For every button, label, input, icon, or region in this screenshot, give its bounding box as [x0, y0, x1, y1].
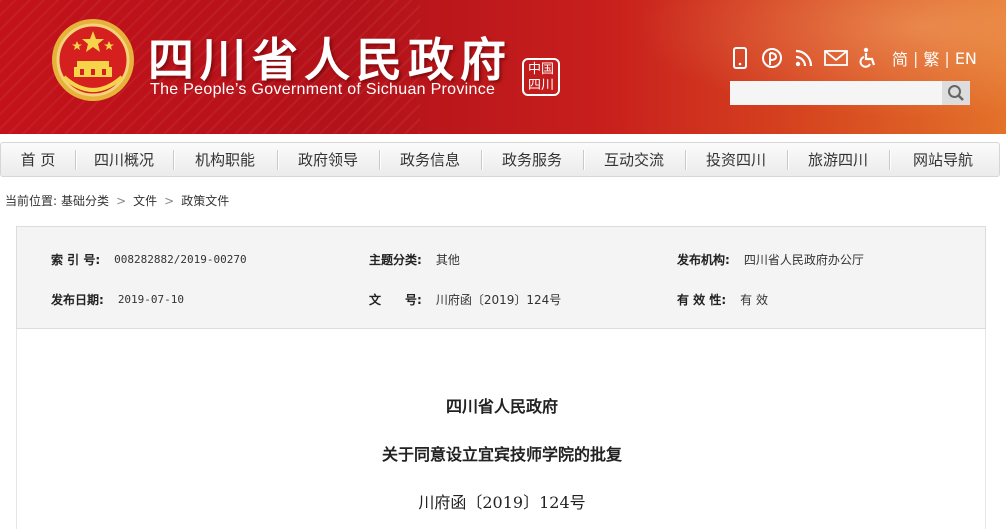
meta-date: 发布日期: 2019-07-10 [51, 291, 184, 308]
nav-sichuan-overview[interactable]: 四川概况 [75, 142, 173, 177]
document-issuer: 四川省人民政府 [445, 397, 558, 416]
national-emblem-icon [52, 19, 134, 101]
search-input[interactable] [730, 81, 942, 105]
meta-docno-label: 文 号: [369, 293, 422, 307]
nav-government-info[interactable]: 政务信息 [379, 142, 481, 177]
mobile-icon[interactable] [728, 46, 752, 70]
chevron-right-icon: > [164, 193, 175, 208]
search-box [730, 81, 970, 105]
lang-separator: | [913, 48, 919, 68]
header-tools: 简 | 繁 | EN [728, 46, 977, 70]
meta-publisher: 发布机构: 四川省人民政府办公厅 [677, 251, 864, 268]
meta-publisher-label: 发布机构: [677, 253, 730, 267]
meta-index-label: 索 引 号: [51, 253, 101, 267]
language-switcher: 简 | 繁 | EN [892, 46, 977, 70]
lang-traditional[interactable]: 繁 [923, 46, 939, 70]
meta-topic: 主题分类: 其他 [369, 251, 460, 268]
document-number: 川府函〔2019〕124号 [418, 493, 586, 512]
lang-simplified[interactable]: 简 [892, 46, 908, 70]
lang-separator: | [944, 48, 950, 68]
lang-english[interactable]: EN [955, 49, 977, 68]
rss-icon[interactable] [792, 46, 816, 70]
meta-topic-value: 其他 [435, 253, 460, 267]
breadcrumb-item[interactable]: 基础分类 [61, 192, 109, 209]
site-subtitle: The People’s Government of Sichuan Provi… [150, 81, 496, 98]
nav-interaction[interactable]: 互动交流 [583, 142, 685, 177]
nav-home[interactable]: 首 页 [1, 142, 75, 177]
nav-government-leaders[interactable]: 政府领导 [277, 142, 379, 177]
search-button[interactable] [942, 81, 970, 105]
meta-index: 索 引 号: 008282882/2019-00270 [51, 251, 247, 268]
document-meta-table: 索 引 号: 008282882/2019-00270 主题分类: 其他 发布机… [16, 226, 986, 329]
meta-docno-value: 川府函〔2019〕124号 [435, 293, 562, 307]
search-icon [948, 85, 964, 101]
nav-government-services[interactable]: 政务服务 [481, 142, 583, 177]
meta-validity-label: 有 效 性: [677, 293, 727, 307]
breadcrumb-item[interactable]: 文件 [133, 192, 157, 209]
meta-index-value: 008282882/2019-00270 [114, 253, 247, 266]
accessibility-icon[interactable] [856, 46, 880, 70]
seal-stamp: 中国 四川 [522, 58, 560, 96]
weibo-icon[interactable] [760, 46, 784, 70]
nav-institutions[interactable]: 机构职能 [173, 142, 277, 177]
mail-icon[interactable] [824, 46, 848, 70]
breadcrumb-item[interactable]: 政策文件 [181, 192, 229, 209]
nav-travel-sichuan[interactable]: 旅游四川 [787, 142, 889, 177]
document-body: 四川省人民政府 关于同意设立宜宾技师学院的批复 川府函〔2019〕124号 [16, 329, 986, 529]
meta-publisher-value: 四川省人民政府办公厅 [743, 253, 864, 267]
document-title: 关于同意设立宜宾技师学院的批复 [381, 445, 622, 464]
meta-date-value: 2019-07-10 [117, 293, 185, 306]
meta-validity-value: 有 效 [740, 293, 768, 307]
nav-invest-sichuan[interactable]: 投资四川 [685, 142, 787, 177]
breadcrumb: 当前位置: 基础分类 > 文件 > 政策文件 [5, 192, 229, 209]
chevron-right-icon: > [116, 193, 127, 208]
meta-topic-label: 主题分类: [369, 253, 422, 267]
nav-site-map[interactable]: 网站导航 [889, 142, 997, 177]
meta-docno: 文 号: 川府函〔2019〕124号 [369, 291, 561, 308]
main-nav: 首 页 四川概况 机构职能 政府领导 政务信息 政务服务 互动交流 投资四川 旅… [0, 142, 1000, 177]
meta-date-label: 发布日期: [51, 293, 104, 307]
breadcrumb-prefix: 当前位置: [5, 194, 58, 208]
meta-validity: 有 效 性: 有 效 [677, 291, 768, 308]
header-banner: 四川省人民政府 The People’s Government of Sichu… [0, 0, 1006, 134]
